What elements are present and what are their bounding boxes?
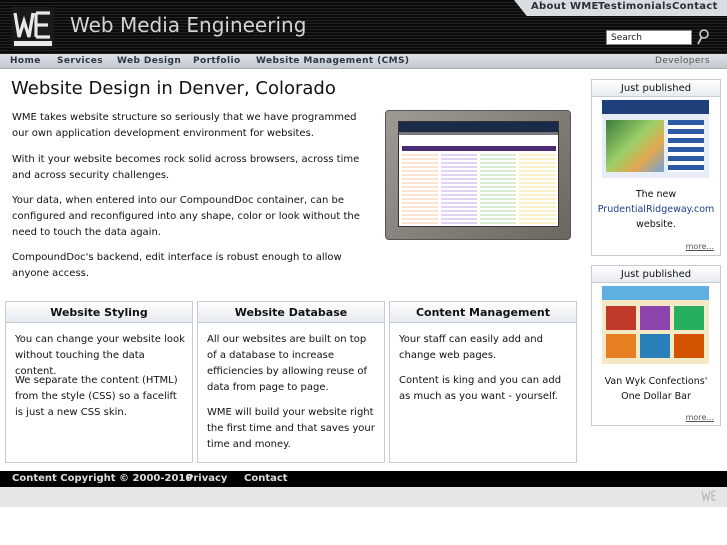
nav-cms[interactable]: Website Management (CMS)	[256, 56, 409, 66]
main-nav: Home Services Web Design Portfolio Websi…	[0, 54, 727, 69]
website-screenshot	[398, 121, 559, 227]
nav-testimonials-link[interactable]: Testimonials	[598, 1, 672, 12]
wme-mark-icon	[701, 490, 716, 502]
sidebar-2-title: Just published	[592, 266, 720, 283]
content-management-title: Content Management	[390, 302, 576, 323]
website-styling-title: Website Styling	[6, 302, 192, 323]
content-management-text-1: Your staff can easily add and change web…	[399, 334, 543, 361]
page: Web Media Engineering About WME Testimon…	[0, 0, 727, 545]
nav-about-link[interactable]: About WME	[531, 1, 599, 12]
intro-paragraph-2: With it your website becomes rock solid …	[12, 154, 360, 181]
nav-developers[interactable]: Developers	[655, 56, 710, 66]
wme-logo[interactable]	[12, 7, 54, 49]
sidebar-2-text-line2: One Dollar Bar	[621, 391, 691, 402]
website-database-title: Website Database	[198, 302, 384, 323]
intro-paragraph-3: Your data, when entered into our Compoun…	[12, 195, 360, 238]
website-database-panel: Website Database All our websites are bu…	[197, 301, 385, 463]
prudential-link[interactable]: PrudentialRidgeway.com	[598, 204, 715, 215]
footer-privacy-link[interactable]: Privacy	[186, 473, 227, 484]
website-database-text-1: All our websites are built on top of a d…	[207, 334, 368, 393]
monitor-image	[385, 110, 571, 240]
sidebar-2-text-line1: Van Wyk Confections'	[604, 376, 708, 387]
sidebar-1-text-line3: website.	[636, 219, 676, 230]
search-input[interactable]	[606, 30, 692, 45]
intro-paragraph-1: WME takes website structure so seriously…	[12, 112, 357, 139]
page-heading: Website Design in Denver, Colorado	[11, 78, 336, 99]
intro-paragraph-4: CompoundDoc's backend, edit interface is…	[12, 252, 342, 279]
van-wyk-thumbnail[interactable]	[602, 286, 709, 364]
footer: Content Copyright © 2000-2010 Privacy Co…	[0, 471, 727, 487]
site-title: Web Media Engineering	[70, 13, 307, 37]
footer-contact-link[interactable]: Contact	[244, 473, 288, 484]
website-database-text-2: WME will build your website right the fi…	[207, 407, 375, 450]
sidebar-1-title: Just published	[592, 80, 720, 97]
header: Web Media Engineering About WME Testimon…	[0, 0, 727, 54]
sidebar-1-more-link[interactable]: more...	[686, 242, 714, 251]
footer-copyright: Content Copyright © 2000-2010	[12, 473, 193, 484]
sidebar-box-2: Just published Van Wyk Confections' One …	[591, 265, 721, 426]
nav-home[interactable]: Home	[10, 56, 41, 66]
search-icon[interactable]	[696, 28, 710, 46]
website-styling-text-2: We separate the content (HTML) from the …	[15, 375, 178, 418]
nav-services[interactable]: Services	[57, 56, 103, 66]
content-management-panel: Content Management Your staff can easily…	[389, 301, 577, 463]
nav-web-design[interactable]: Web Design	[117, 56, 181, 66]
content-management-text-2: Content is king and you can add as much …	[399, 375, 562, 402]
top-nav: About WME Testimonials Contact	[514, 0, 727, 16]
sidebar-box-1: Just published The new PrudentialRidgewa…	[591, 79, 721, 256]
sidebar-2-more-link[interactable]: more...	[686, 413, 714, 422]
nav-contact-link[interactable]: Contact	[672, 1, 718, 12]
sidebar-1-text-line1: The new	[635, 189, 677, 200]
website-styling-panel: Website Styling You can change your webs…	[5, 301, 193, 463]
prudential-thumbnail[interactable]	[602, 100, 709, 178]
nav-portfolio[interactable]: Portfolio	[193, 56, 241, 66]
footer-strip	[0, 487, 727, 507]
sidebar-1-link-line: PrudentialRidgeway.com	[592, 202, 720, 217]
